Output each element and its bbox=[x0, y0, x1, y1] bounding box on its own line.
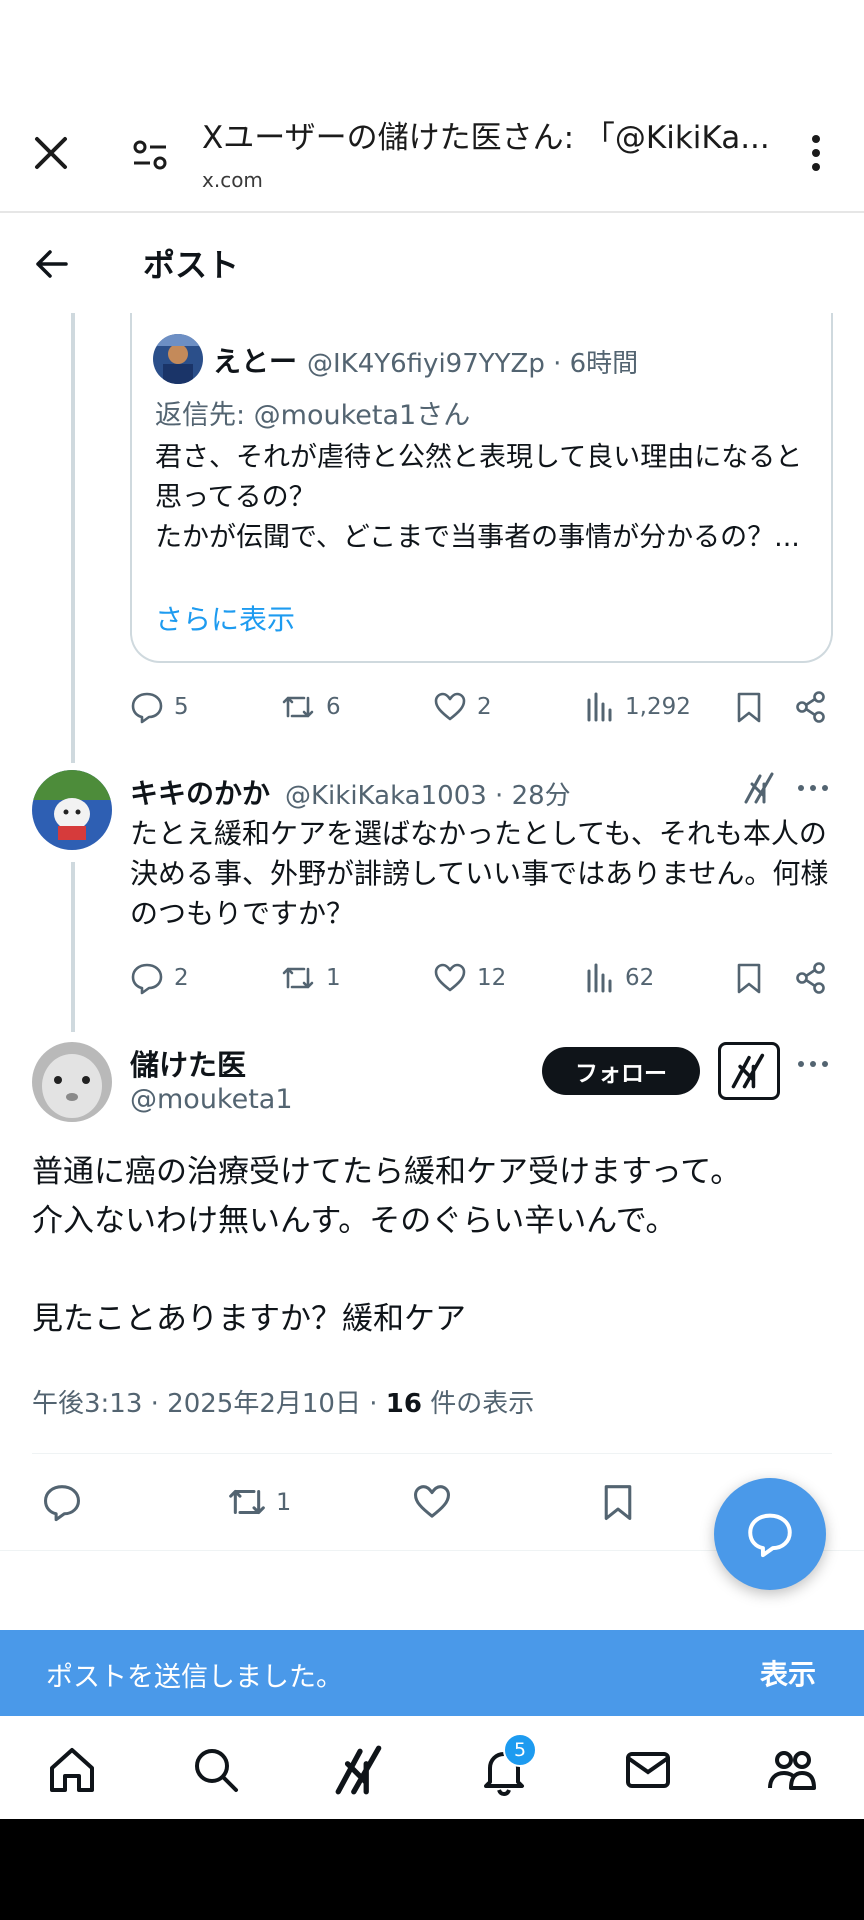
compose-button[interactable] bbox=[714, 1478, 826, 1590]
post-text: 普通に癌の治療受けてたら緩和ケア受けますって。 介入ないわけ無いんす。そのぐらい… bbox=[32, 1154, 742, 1337]
more-horiz-icon[interactable] bbox=[796, 1058, 830, 1070]
notification-badge: 5 bbox=[503, 1733, 537, 1767]
thread-connector bbox=[71, 313, 75, 763]
avatar[interactable] bbox=[32, 770, 112, 850]
reply-icon[interactable] bbox=[42, 1482, 82, 1522]
heart-icon[interactable] bbox=[412, 1482, 452, 1522]
thread-connector bbox=[71, 862, 75, 1032]
browser-domain: x.com bbox=[202, 168, 263, 192]
grok-icon[interactable] bbox=[332, 1742, 388, 1798]
grok-button[interactable] bbox=[718, 1042, 780, 1100]
views-button[interactable]: 62 bbox=[585, 956, 654, 1000]
repost-icon bbox=[226, 1482, 268, 1522]
views-button[interactable]: 1,292 bbox=[585, 685, 691, 729]
reply-to-label[interactable]: 返信先: @mouketa1さん bbox=[155, 393, 470, 432]
bookmark-icon[interactable] bbox=[734, 685, 764, 729]
bottom-nav bbox=[0, 1716, 864, 1819]
mail-icon[interactable] bbox=[620, 1742, 676, 1798]
repost-button[interactable]: 1 bbox=[226, 1482, 291, 1522]
reply-button[interactable]: 2 bbox=[130, 956, 189, 1000]
chart-icon bbox=[585, 961, 615, 995]
avatar[interactable] bbox=[153, 334, 203, 384]
author-name[interactable]: えとー bbox=[213, 340, 297, 380]
repost-button[interactable]: 6 bbox=[280, 685, 341, 729]
heart-icon bbox=[433, 690, 467, 724]
heart-icon bbox=[433, 961, 467, 995]
author-handle-time[interactable]: @IK4Y6fiyi97YYZp · 6時間 bbox=[307, 343, 638, 380]
repost-button[interactable]: 1 bbox=[280, 956, 341, 1000]
like-button[interactable]: 12 bbox=[433, 956, 506, 1000]
back-arrow-icon[interactable] bbox=[30, 242, 74, 286]
view-count: 16 bbox=[385, 1389, 422, 1419]
like-button[interactable]: 2 bbox=[433, 685, 492, 729]
author-handle-time[interactable]: @KikiKaka1003 · 28分 bbox=[285, 775, 571, 812]
bookmark-icon[interactable] bbox=[734, 956, 764, 1000]
author-handle[interactable]: @mouketa1 bbox=[130, 1084, 293, 1115]
more-horiz-icon[interactable] bbox=[796, 782, 830, 794]
close-icon[interactable] bbox=[28, 130, 74, 176]
repost-icon bbox=[280, 961, 316, 995]
views-count: 62 bbox=[625, 965, 655, 991]
show-more-link[interactable]: さらに表示 bbox=[155, 598, 295, 638]
views-label: 件の表示 bbox=[421, 1389, 535, 1419]
reply-count: 2 bbox=[174, 965, 189, 991]
browser-page-title[interactable]: Xユーザーの儲けた医さん: 「@KikiKa... bbox=[202, 112, 782, 157]
home-icon[interactable] bbox=[44, 1742, 100, 1798]
views-count: 1,292 bbox=[625, 694, 691, 720]
repost-count: 6 bbox=[326, 694, 341, 720]
search-icon[interactable] bbox=[188, 1742, 244, 1798]
bookmark-icon[interactable] bbox=[600, 1482, 636, 1522]
system-nav-bar bbox=[0, 1819, 864, 1920]
post-meta: 午後3:13 · 2025年2月10日 · 16 件の表示 bbox=[32, 1383, 534, 1420]
chat-bubble-icon bbox=[746, 1510, 794, 1558]
repost-icon bbox=[280, 690, 316, 724]
page-settings-icon[interactable] bbox=[130, 133, 174, 177]
toast-message: ポストを送信しました。 bbox=[46, 1662, 343, 1693]
communities-icon[interactable] bbox=[764, 1742, 820, 1798]
post-text: 君さ、それが虐待と公然と表現して良い理由になると思ってるの？ たかが伝聞で、どこ… bbox=[155, 442, 803, 553]
toast-view-button[interactable]: 表示 bbox=[760, 1653, 816, 1693]
share-icon[interactable] bbox=[795, 685, 827, 729]
post-text: たとえ緩和ケアを選ばなかったとしても、それも本人の決める事、外野が誹謗していい事… bbox=[130, 817, 829, 930]
repost-count: 1 bbox=[276, 1488, 292, 1516]
reply-button[interactable]: 5 bbox=[130, 685, 189, 729]
post-timestamp[interactable]: 午後3:13 · 2025年2月10日 · bbox=[32, 1389, 386, 1419]
reply-icon bbox=[130, 961, 164, 995]
grok-icon[interactable] bbox=[742, 770, 778, 806]
browser-top-bar bbox=[0, 0, 864, 213]
reply-count: 5 bbox=[174, 694, 189, 720]
like-count: 2 bbox=[477, 694, 492, 720]
author-name[interactable]: 儲けた医 bbox=[130, 1042, 246, 1084]
share-icon[interactable] bbox=[795, 956, 827, 1000]
avatar[interactable] bbox=[32, 1042, 112, 1122]
author-name[interactable]: キキのかか bbox=[130, 772, 270, 812]
reply-icon bbox=[130, 690, 164, 724]
divider bbox=[32, 1453, 832, 1454]
like-count: 12 bbox=[477, 965, 507, 991]
more-vert-icon[interactable] bbox=[800, 130, 832, 176]
post-actions: 5 6 2 1,292 bbox=[130, 685, 840, 729]
page-title: ポスト bbox=[143, 246, 240, 284]
repost-count: 1 bbox=[326, 965, 341, 991]
post-actions: 2 1 12 62 bbox=[130, 956, 840, 1000]
grok-icon bbox=[729, 1051, 769, 1091]
follow-button[interactable]: フォロー bbox=[542, 1047, 700, 1095]
chart-icon bbox=[585, 690, 615, 724]
